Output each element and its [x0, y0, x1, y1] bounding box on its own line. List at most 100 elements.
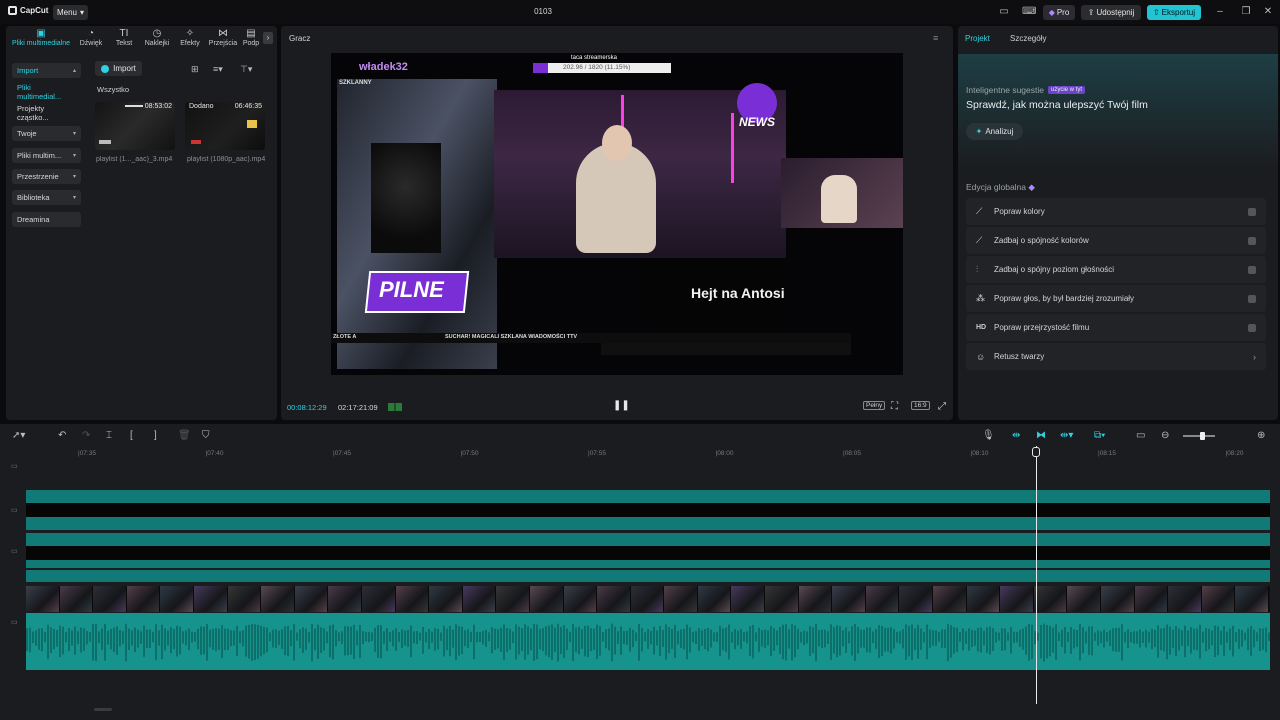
overlay-track-clip[interactable]	[26, 503, 1270, 517]
filter-icon[interactable]: ⊤▾	[240, 64, 252, 75]
media-thumbnail[interactable]: 08:53:02	[95, 102, 175, 150]
tab-details[interactable]: Szczegóły	[1010, 34, 1046, 43]
suggestions-label-text: Inteligentne sugestie	[966, 85, 1044, 95]
video-frame-thumbnail	[899, 586, 934, 612]
ruler-tick-label: |08:15	[1098, 450, 1116, 457]
split-icon[interactable]: ⌶	[106, 430, 112, 441]
overlay-track-clip[interactable]	[26, 546, 1270, 560]
waveform-bar	[1109, 630, 1111, 646]
overlay-track-clip[interactable]	[26, 517, 1270, 530]
toggle-checkbox[interactable]	[1248, 265, 1256, 274]
enhance-colors-row[interactable]: ⟋ Popraw kolory	[966, 198, 1266, 225]
face-retouch-row[interactable]: ☺ Retusz twarzy ›	[966, 343, 1266, 370]
toggle-checkbox[interactable]	[1248, 323, 1256, 332]
zoom-out-icon[interactable]: ⊖	[1161, 430, 1169, 441]
audio-track[interactable]	[26, 613, 1270, 670]
zoom-slider-track[interactable]	[1183, 435, 1215, 437]
zoom-slider-knob[interactable]	[1200, 432, 1206, 440]
full-quality-button[interactable]: Pełny	[863, 401, 886, 410]
timeline[interactable]	[0, 446, 1280, 720]
redo-icon[interactable]: ↷	[82, 430, 90, 441]
grid-view-icon[interactable]: ⊞	[191, 64, 199, 75]
media-thumbnail[interactable]: Dodano 06:46:35	[185, 102, 265, 150]
link-icon[interactable]: ⇹	[1012, 430, 1020, 441]
toggle-checkbox[interactable]	[1248, 294, 1256, 303]
tab-captions[interactable]: ▤ Podp	[240, 28, 262, 52]
sidebar-item-media-multi[interactable]: Pliki multim... ▾	[12, 148, 81, 163]
select-tool-icon[interactable]: ➚▾	[12, 430, 25, 441]
youtube-actions-bar	[601, 343, 851, 355]
voice-enhance-row[interactable]: ⁂ Popraw głos, by był bardziej zrozumiały	[966, 285, 1266, 312]
tab-text[interactable]: TI Tekst	[107, 28, 141, 52]
waveform-bar	[1067, 632, 1069, 642]
player-menu-icon[interactable]: ≡	[933, 33, 938, 43]
crop-icon[interactable]: ⛶	[891, 401, 898, 412]
overlay-track-clip[interactable]	[26, 490, 1270, 503]
zoom-in-icon[interactable]: ⊕	[1257, 430, 1265, 441]
waveform-bar	[323, 628, 325, 651]
loudness-row[interactable]: ⫶ Zadbaj o spójny poziom głośności	[966, 256, 1266, 283]
shortcuts-icon[interactable]: ⌨	[1022, 6, 1036, 18]
microphone-icon[interactable]: 🎙	[982, 430, 995, 441]
pause-icon[interactable]: ❚❚	[613, 400, 630, 411]
layout-icon[interactable]: ▭	[997, 6, 1011, 18]
color-match-row[interactable]: ⟋ Zadbaj o spójność kolorów	[966, 227, 1266, 254]
export-button[interactable]: ⇧ Eksportuj	[1147, 5, 1201, 20]
tab-effects[interactable]: ✧ Efekty	[173, 28, 207, 52]
aspect-ratio-button[interactable]: 16:9	[911, 401, 930, 410]
minimize-icon[interactable]: –	[1213, 6, 1227, 18]
overlay-track-clip[interactable]	[26, 560, 1270, 568]
main-video-track[interactable]	[26, 586, 1270, 612]
tab-audio[interactable]: ◔ Dźwięk	[74, 28, 108, 52]
playhead-handle[interactable]	[1032, 447, 1040, 457]
playhead[interactable]	[1036, 446, 1037, 704]
snap-icon[interactable]: ⧓	[1036, 430, 1046, 441]
trim-left-icon[interactable]: [	[130, 430, 133, 441]
clarity-row[interactable]: HD Popraw przejrzystość filmu	[966, 314, 1266, 341]
analyze-button[interactable]: ✦ Analizuj	[966, 123, 1023, 140]
sort-icon[interactable]: ≡▾	[213, 64, 223, 75]
waveform-bar	[476, 631, 478, 643]
capcut-logo-icon	[8, 6, 17, 15]
preview-axis-icon[interactable]: ⇹▾	[1060, 430, 1073, 441]
shield-icon[interactable]: ⛉	[202, 430, 210, 441]
tabs-scroll-right-icon[interactable]: ›	[263, 32, 273, 44]
timeline-scrollbar[interactable]	[94, 708, 112, 711]
close-icon[interactable]: ✕	[1261, 6, 1275, 18]
waveform-bar	[1199, 624, 1201, 659]
overlay-track-clip[interactable]	[26, 570, 1270, 582]
tab-stickers[interactable]: ◷ Naklejki	[139, 28, 175, 52]
tab-project[interactable]: Projekt	[965, 34, 990, 43]
pro-button[interactable]: ◆ Pro	[1043, 5, 1075, 20]
waveform-bar	[1064, 627, 1066, 654]
sidebar-item-subprojects[interactable]: Projekty cząstko...	[12, 104, 81, 122]
sidebar-item-spaces[interactable]: Przestrzenie ▾	[12, 169, 81, 184]
waveform-toggle-icon[interactable]	[388, 403, 402, 411]
waveform-bar	[380, 625, 382, 659]
trim-right-icon[interactable]: ]	[154, 430, 157, 441]
maximize-icon[interactable]: ❐	[1239, 6, 1253, 18]
video-preview[interactable]: Hejt na Antosi PILNE NEWS władek32 SZKLA…	[331, 53, 903, 375]
fullscreen-icon[interactable]: ⤢	[938, 401, 946, 412]
import-button[interactable]: Import	[95, 61, 142, 76]
caption-icon[interactable]: ▭	[1136, 430, 1145, 441]
sidebar-item-import[interactable]: Import ▴	[12, 63, 81, 78]
sidebar-item-dreamina[interactable]: Dreamina	[12, 212, 81, 227]
share-button[interactable]: ⇪ Udostępnij	[1081, 5, 1141, 20]
sidebar-item-yours[interactable]: Twoje ▾	[12, 126, 81, 141]
menu-button[interactable]: Menu ▾	[53, 5, 88, 20]
track-link-icon[interactable]: ⧉▾	[1094, 430, 1105, 441]
tab-media[interactable]: ▣ Pliki multimedialne	[8, 28, 74, 52]
sidebar-item-media-files[interactable]: Pliki multimedial...	[12, 83, 81, 101]
waveform-bar	[557, 623, 559, 662]
toggle-checkbox[interactable]	[1248, 236, 1256, 245]
undo-icon[interactable]: ↶	[58, 430, 66, 441]
row-label: Retusz twarzy	[994, 352, 1045, 361]
overlay-track-clip[interactable]	[26, 533, 1270, 546]
tab-transitions[interactable]: ⋈ Przejścia	[206, 28, 240, 52]
waveform-bar	[29, 627, 31, 653]
sidebar-item-library[interactable]: Biblioteka ▾	[12, 190, 81, 205]
waveform-bar	[395, 628, 397, 651]
toggle-checkbox[interactable]	[1248, 207, 1256, 216]
delete-icon[interactable]: 🗑	[178, 430, 191, 441]
